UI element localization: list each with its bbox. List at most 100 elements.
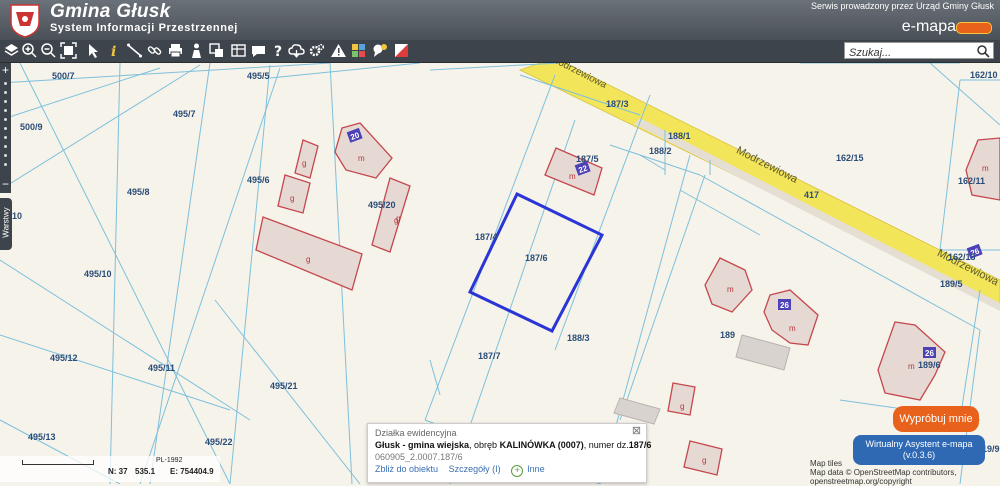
layers-tab-label: Warstwy	[1, 207, 11, 238]
popup-numer-prefix: , numer dz.	[583, 440, 629, 450]
layers-icon[interactable]	[3, 42, 20, 59]
zoom-level-dot[interactable]	[4, 100, 7, 103]
zoom-minus-button[interactable]: −	[0, 178, 11, 191]
svg-text:g: g	[302, 159, 306, 168]
svg-text:m: m	[569, 172, 576, 181]
coord-x-label: N: 37	[108, 467, 128, 476]
assistant-title: Wirtualny Asystent e-mapa	[865, 439, 973, 449]
zoom-level-dot[interactable]	[4, 109, 7, 112]
coord-y-value: E: 754404.9	[170, 467, 214, 476]
link-icon[interactable]	[146, 42, 163, 59]
svg-text:500/7: 500/7	[52, 71, 75, 81]
zoom-level-dot[interactable]	[4, 127, 7, 130]
svg-text:495/5: 495/5	[247, 71, 270, 81]
parcel-info-popup: Działka ewidencyjna ⊠ Głusk - gmina wiej…	[367, 423, 651, 483]
popup-parcel-id: 060905_2.0007.187/6	[375, 452, 463, 462]
layers-panel-tab[interactable]: Warstwy	[0, 198, 12, 250]
measure-icon[interactable]	[126, 42, 143, 59]
crs-select[interactable]: PL-1992	[156, 457, 182, 464]
virtual-assistant-button[interactable]: Wirtualny Asystent e-mapa (v.0.3.6)	[853, 435, 985, 465]
svg-text:162/10: 162/10	[970, 70, 998, 80]
zoom-slider[interactable]: + −	[0, 63, 11, 193]
zoom-level-dot[interactable]	[4, 154, 7, 157]
more-link-label: Inne	[527, 464, 545, 474]
svg-text:495/13: 495/13	[28, 432, 56, 442]
svg-text:417: 417	[804, 190, 819, 200]
map-canvas[interactable]: 20 22 26 26 26 m g g g g m g m m m m g g…	[0, 63, 1000, 484]
svg-text:m: m	[908, 362, 915, 371]
select-icon[interactable]	[208, 42, 225, 59]
svg-text:162/13: 162/13	[948, 252, 976, 262]
app-title: Gmina Głusk	[50, 1, 171, 22]
svg-text:?: ?	[274, 44, 282, 59]
zoom-out-icon[interactable]	[40, 42, 57, 59]
search-input[interactable]	[845, 45, 981, 61]
plus-icon: +	[511, 465, 524, 477]
popup-obreb: KALINÓWKA (0007)	[499, 440, 584, 450]
color-palette-icon[interactable]	[350, 42, 367, 59]
svg-text:g: g	[702, 456, 706, 465]
parcel-labels: 500/7 495/5 500/9 495/7 495/8 495/6 495/…	[12, 70, 1000, 454]
emapa-brand[interactable]: e-mapa	[902, 18, 956, 36]
emapa-logo-icon	[956, 22, 992, 34]
info-icon[interactable]: i	[105, 42, 122, 60]
svg-text:10: 10	[12, 211, 22, 221]
svg-text:189: 189	[720, 330, 735, 340]
svg-text:187/5: 187/5	[576, 154, 599, 164]
close-icon[interactable]: ⊠	[631, 426, 642, 437]
svg-text:495/22: 495/22	[205, 437, 233, 447]
svg-text:g: g	[396, 214, 400, 223]
warning-icon[interactable]	[330, 42, 347, 59]
details-link[interactable]: Szczegóły (I)	[449, 464, 501, 474]
zoom-level-dot[interactable]	[4, 136, 7, 139]
svg-text:495/7: 495/7	[173, 109, 196, 119]
zoom-level-dot[interactable]	[4, 163, 7, 166]
svg-text:g: g	[306, 255, 310, 264]
more-link[interactable]: + Inne	[511, 464, 553, 477]
copy-icon[interactable]	[230, 42, 247, 59]
popup-header: Działka ewidencyjna	[375, 428, 457, 438]
svg-text:495/6: 495/6	[247, 175, 270, 185]
zoom-plus-button[interactable]: +	[0, 64, 11, 77]
zoom-level-dot[interactable]	[4, 118, 7, 121]
osm-attribution[interactable]: Map data © OpenStreetMap contributors, o…	[810, 468, 1000, 486]
app-header: Gmina Głusk System Informacji Przestrzen…	[0, 0, 1000, 40]
popup-gmina: Głusk - gmina wiejska	[375, 440, 470, 450]
scale-bar	[22, 460, 94, 465]
svg-text:188/3: 188/3	[567, 333, 590, 343]
popup-links: Zbliż do obiektu Szczegóły (I) + Inne	[375, 464, 561, 477]
person-icon[interactable]	[188, 42, 205, 59]
coat-of-arms-logo[interactable]	[8, 2, 42, 38]
cloud-icon[interactable]	[288, 42, 305, 59]
settings-icon[interactable]	[308, 42, 325, 59]
print-icon[interactable]	[167, 42, 184, 59]
search-box	[844, 42, 994, 61]
zoom-to-object-link[interactable]: Zbliż do obiektu	[375, 464, 438, 474]
parcel-lines	[0, 63, 1000, 484]
svg-text:187/7: 187/7	[478, 351, 501, 361]
pointer-icon[interactable]	[85, 42, 102, 59]
zoom-level-dot[interactable]	[4, 82, 7, 85]
svg-text:m: m	[789, 324, 796, 333]
svg-text:188/1: 188/1	[668, 131, 691, 141]
svg-text:i: i	[111, 44, 116, 59]
zoom-extent-icon[interactable]	[60, 42, 77, 59]
zoom-level-dot[interactable]	[4, 91, 7, 94]
zoom-in-icon[interactable]	[21, 42, 38, 59]
svg-text:26: 26	[780, 301, 789, 310]
flag-icon[interactable]	[393, 42, 410, 59]
comment-icon[interactable]	[250, 42, 267, 59]
svg-text:m: m	[982, 164, 989, 173]
chat-icon[interactable]	[372, 42, 389, 59]
svg-text:189/5: 189/5	[940, 279, 963, 289]
search-icon[interactable]	[976, 44, 990, 58]
zoom-level-dot[interactable]	[4, 145, 7, 148]
svg-text:188/2: 188/2	[649, 146, 672, 156]
help-icon[interactable]: ?	[270, 42, 287, 60]
svg-text:187/4: 187/4	[475, 232, 498, 242]
svg-text:g: g	[290, 194, 294, 203]
try-me-button[interactable]: Wypróbuj mnie	[893, 406, 979, 432]
map-tiles-attribution[interactable]: Map tiles	[810, 459, 842, 468]
svg-text:m: m	[727, 285, 734, 294]
map-svg[interactable]: 20 22 26 26 26 m g g g g m g m m m m g g…	[0, 63, 1000, 484]
